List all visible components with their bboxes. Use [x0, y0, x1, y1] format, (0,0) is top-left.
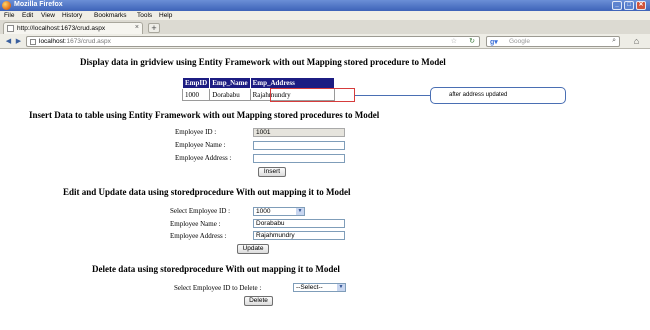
menu-bookmarks[interactable]: Bookmarks: [94, 12, 127, 19]
insert-id-field: 1001: [253, 128, 345, 137]
reload-icon[interactable]: ↻: [469, 37, 475, 45]
insert-name-label: Employee Name :: [175, 141, 226, 149]
search-icon[interactable]: ⌕: [612, 37, 616, 45]
google-icon[interactable]: g▾: [490, 38, 498, 46]
callout-connector: [355, 95, 431, 96]
insert-name-field[interactable]: [253, 141, 345, 150]
menu-edit[interactable]: Edit: [22, 12, 33, 19]
minimize-button[interactable]: _: [612, 1, 622, 10]
menu-bar: File Edit View History Bookmarks Tools H…: [0, 11, 650, 20]
delete-select-value: --Select--: [296, 284, 323, 291]
delete-employee-select[interactable]: --Select-- ▼: [293, 283, 346, 292]
chevron-down-icon: ▼: [296, 208, 304, 215]
delete-select-label: Select Employee ID to Delete :: [174, 284, 262, 292]
delete-section-title: Delete data using storedprocedure With o…: [92, 264, 340, 274]
tab-crud[interactable]: http://localhost:1673/crud.aspx ×: [3, 22, 143, 34]
insert-id-label: Employee ID :: [175, 128, 217, 136]
search-placeholder: Google: [509, 38, 530, 45]
insert-button[interactable]: Insert: [258, 167, 286, 177]
back-icon[interactable]: ◀: [4, 37, 13, 46]
maximize-button[interactable]: □: [624, 1, 634, 10]
grid-cell-empid: 1000: [181, 88, 211, 101]
menu-history[interactable]: History: [62, 12, 82, 19]
edit-employee-select[interactable]: 1000 ▼: [253, 207, 305, 216]
insert-section-title: Insert Data to table using Entity Framew…: [29, 110, 380, 120]
annotation-callout: after address updated: [430, 87, 566, 104]
edit-select-label: Select Employee ID :: [170, 207, 231, 215]
insert-address-label: Employee Address :: [175, 154, 232, 162]
tab-label: http://localhost:1673/crud.aspx: [17, 25, 106, 32]
tab-bar: http://localhost:1673/crud.aspx × +: [0, 20, 650, 34]
grid-header-empname: Emp_Name: [209, 77, 251, 89]
menu-help[interactable]: Help: [159, 12, 172, 19]
page-content: Display data in gridview using Entity Fr…: [0, 50, 650, 330]
url-path: :1673/crud.aspx: [64, 38, 111, 45]
forward-icon[interactable]: ▶: [14, 37, 23, 46]
navigation-toolbar: ◀ ▶ localhost:1673/crud.aspx ☆ ↻ g▾ Goog…: [0, 34, 650, 49]
menu-file[interactable]: File: [4, 12, 14, 19]
edit-select-value: 1000: [256, 208, 271, 215]
url-host: localhost: [39, 38, 65, 45]
grid-header-empaddress: Emp_Address: [249, 77, 335, 89]
bookmark-star-icon[interactable]: ☆: [451, 37, 457, 45]
delete-button[interactable]: Delete: [244, 296, 273, 306]
site-identity-icon: [30, 39, 36, 45]
address-bar[interactable]: localhost:1673/crud.aspx ☆ ↻: [26, 36, 480, 47]
address-highlight-box: [270, 88, 355, 102]
menu-tools[interactable]: Tools: [137, 12, 152, 19]
menu-view[interactable]: View: [41, 12, 55, 19]
url-text: localhost:1673/crud.aspx: [39, 38, 111, 45]
grid-cell-empname: Dorababu: [209, 88, 251, 101]
tab-close-icon[interactable]: ×: [135, 24, 139, 31]
page-icon: [7, 25, 14, 32]
display-section-title: Display data in gridview using Entity Fr…: [80, 57, 446, 67]
edit-address-field[interactable]: Rajahmundry: [253, 231, 345, 240]
close-button[interactable]: ✕: [636, 1, 646, 10]
search-bar[interactable]: g▾ Google ⌕: [486, 36, 620, 47]
chevron-down-icon: ▼: [337, 284, 345, 291]
new-tab-button[interactable]: +: [148, 23, 160, 33]
window-titlebar: Mozilla Firefox _ □ ✕: [0, 0, 650, 11]
home-icon[interactable]: ⌂: [631, 36, 642, 47]
update-button[interactable]: Update: [237, 244, 269, 254]
grid-header-empid: EmpID: [181, 77, 211, 89]
insert-address-field[interactable]: [253, 154, 345, 163]
edit-address-label: Employee Address :: [170, 232, 227, 240]
edit-section-title: Edit and Update data using storedprocedu…: [63, 187, 351, 197]
firefox-icon: [2, 1, 11, 10]
edit-name-label: Employee Name :: [170, 220, 221, 228]
grid-header-row: EmpID Emp_Name Emp_Address: [181, 77, 335, 89]
edit-name-field[interactable]: Dorababu: [253, 219, 345, 228]
window-title: Mozilla Firefox: [14, 1, 63, 8]
